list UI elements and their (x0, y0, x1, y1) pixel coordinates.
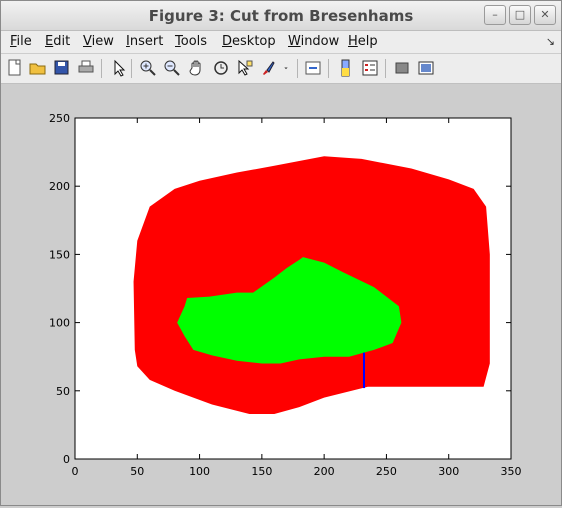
maximize-button[interactable]: □ (509, 5, 531, 25)
link-plot-icon (305, 61, 321, 75)
x-tick-label: 350 (501, 465, 522, 478)
menu-desktop[interactable]: Desktop (222, 34, 276, 49)
toolbar-separator (131, 59, 132, 78)
menu-label: nsert (129, 34, 164, 49)
menu-edit[interactable]: Edit (45, 34, 70, 49)
menu-mnemonic: E (45, 34, 54, 49)
y-tick-label: 250 (49, 112, 70, 125)
legend-icon (362, 60, 378, 76)
menu-label: dit (53, 34, 71, 49)
menu-label: ools (180, 34, 208, 49)
menu-view[interactable]: View (83, 34, 114, 49)
open-file-button[interactable] (29, 59, 47, 77)
title-bar[interactable]: Figure 3: Cut from Bresenhams – □ ✕ (1, 1, 561, 31)
menu-window[interactable]: Window (288, 34, 339, 49)
rotate-3d-icon (214, 61, 228, 75)
print-button[interactable] (77, 59, 95, 77)
brush-dropdown-icon (284, 67, 288, 70)
menu-mnemonic: V (83, 34, 92, 49)
y-tick-label: 100 (49, 317, 70, 330)
x-tick-label: 250 (376, 465, 397, 478)
zoom-in-button[interactable] (139, 59, 157, 77)
menu-help[interactable]: Help (348, 34, 378, 49)
data-cursor-icon (238, 59, 253, 76)
brush-dropdown-button[interactable] (281, 59, 291, 77)
y-tick-label: 150 (49, 248, 70, 261)
figure-canvas: 0 50 100 150 200 250 300 350 0 50 100 150 200 250 (1, 84, 561, 505)
brush-button[interactable] (259, 59, 277, 77)
show-plot-tools-icon (418, 61, 434, 75)
x-tick-label: 50 (130, 465, 144, 478)
close-button[interactable]: ✕ (534, 5, 556, 25)
menu-label: iew (91, 34, 114, 49)
save-icon (54, 60, 69, 75)
brush-icon (263, 61, 275, 75)
menu-mnemonic: H (348, 34, 358, 49)
open-file-icon (29, 63, 46, 75)
print-icon (78, 60, 94, 73)
toolbar-separator (328, 59, 329, 78)
toolbar-separator (101, 59, 102, 78)
zoom-in-icon (140, 60, 156, 76)
legend-button[interactable] (361, 59, 379, 77)
menu-bar: ↘ File Edit View Insert Tools Desktop Window He… (1, 31, 561, 53)
menu-label: ile (16, 34, 32, 49)
minimize-button[interactable]: – (484, 5, 506, 25)
figure-toolbar (1, 54, 561, 84)
show-plot-tools-button[interactable] (417, 59, 435, 77)
plot-svg[interactable]: 0 50 100 150 200 250 300 350 0 50 100 150 200 250 (1, 84, 561, 505)
window-title: Figure 3: Cut from Bresenhams (148, 7, 414, 25)
edit-plot-arrow-button[interactable] (110, 59, 128, 77)
x-tick-label: 100 (189, 465, 210, 478)
menu-label: elp (357, 34, 378, 49)
hide-plot-tools-icon (395, 62, 409, 74)
pan-hand-button[interactable] (188, 59, 206, 77)
colorbar-icon (341, 59, 350, 77)
colorbar-button[interactable] (337, 59, 355, 77)
menu-mnemonic: D (222, 34, 233, 49)
figure-window: Figure 3: Cut from Bresenhams – □ ✕ ↘ Fi… (0, 0, 562, 506)
menu-file[interactable]: File (10, 34, 32, 49)
x-tick-label: 200 (314, 465, 335, 478)
hide-plot-tools-button[interactable] (393, 59, 411, 77)
y-tick-label: 200 (49, 180, 70, 193)
menu-mnemonic: W (288, 34, 301, 49)
toolbar-separator (297, 59, 298, 78)
menu-label: esktop (232, 34, 276, 49)
menu-insert[interactable]: Insert (126, 34, 163, 49)
zoom-out-button[interactable] (163, 59, 181, 77)
link-plot-button[interactable] (304, 59, 322, 77)
x-tick-label: 300 (438, 465, 459, 478)
save-button[interactable] (53, 59, 71, 77)
edit-plot-arrow-icon (114, 59, 126, 77)
menu-label: indow (300, 34, 340, 49)
pan-hand-icon (189, 60, 201, 76)
x-tick-label: 0 (72, 465, 79, 478)
dock-arrow-icon[interactable]: ↘ (546, 35, 555, 48)
menu-tools[interactable]: Tools (175, 34, 207, 49)
toolbar-separator (385, 59, 386, 78)
rotate-3d-button[interactable] (212, 59, 230, 77)
new-figure-icon (8, 59, 21, 76)
y-tick-label: 0 (63, 453, 70, 466)
x-tick-label: 150 (251, 465, 272, 478)
new-figure-button[interactable] (6, 59, 24, 77)
data-cursor-button[interactable] (236, 59, 254, 77)
zoom-out-icon (164, 60, 180, 76)
y-tick-label: 50 (56, 385, 70, 398)
